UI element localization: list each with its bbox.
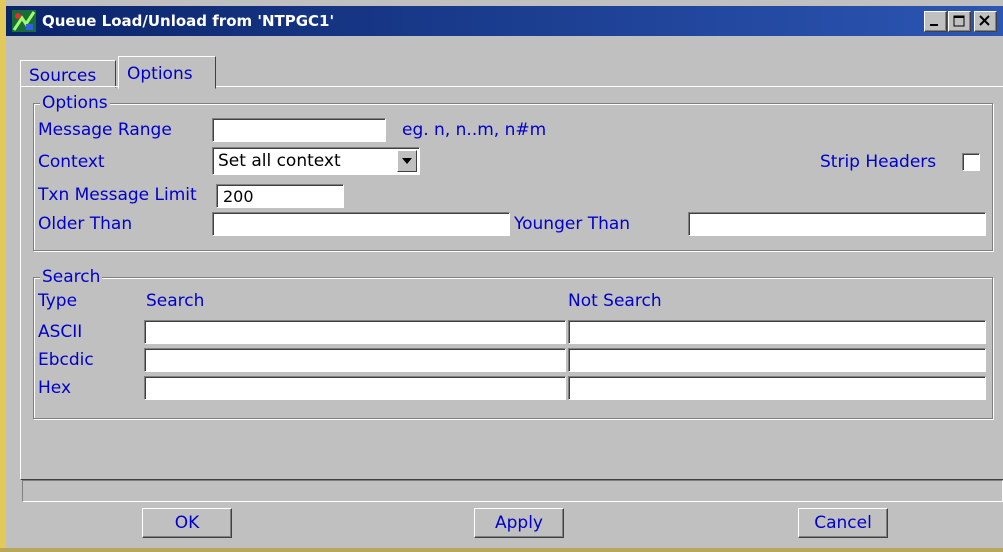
message-range-label: Message Range [38,120,172,140]
ok-button[interactable]: OK [142,508,232,538]
close-button[interactable] [974,11,997,32]
options-group-legend: Options [40,93,110,113]
context-select[interactable]: Set all context [212,147,420,175]
txn-message-limit-label: Txn Message Limit [38,185,197,205]
title-bar[interactable]: Queue Load/Unload from 'NTPGC1' [6,6,1003,36]
maximize-button[interactable] [948,11,971,32]
ebcdic-search-input[interactable] [144,348,566,372]
ascii-search-input[interactable] [144,320,566,344]
close-icon [979,15,990,26]
options-group: Options Message Range eg. n, n..m, n#m C… [33,93,993,251]
younger-than-label: Younger Than [514,214,631,234]
search-row-type: Ebcdic [38,350,94,370]
dialog-window: Queue Load/Unload from 'NTPGC1' Sources … [0,0,1003,552]
context-selected-value: Set all context [218,151,341,171]
txn-message-limit-input[interactable] [216,184,344,208]
app-icon [12,10,36,32]
window-bottom-edge [0,548,1003,552]
strip-headers-checkbox[interactable] [962,153,980,171]
search-col-search: Search [146,291,205,311]
maximize-icon [953,15,965,27]
status-bar [22,480,1003,502]
younger-than-input[interactable] [688,212,986,236]
search-col-not-search: Not Search [568,291,662,311]
tab-sources[interactable]: Sources [20,60,116,88]
options-tab-panel: Options Message Range eg. n, n..m, n#m C… [20,86,1003,480]
ebcdic-not-search-input[interactable] [568,348,986,372]
chevron-down-icon [402,158,412,164]
search-group: Search Type Search Not Search ASCII Ebcd… [33,267,993,419]
hex-search-input[interactable] [144,376,566,400]
older-than-input[interactable] [212,212,510,236]
ascii-not-search-input[interactable] [568,320,986,344]
tab-options-label: Options [127,64,193,84]
minimize-icon [930,24,938,26]
tab-sources-label: Sources [29,66,97,86]
dialog-client: Sources Options Options Message Range eg… [6,36,1003,548]
search-col-type: Type [38,291,78,311]
search-row-type: Hex [38,378,72,398]
older-than-label: Older Than [38,214,133,234]
minimize-button[interactable] [924,11,947,32]
strip-headers-label: Strip Headers [820,152,937,172]
message-range-input[interactable] [212,118,386,142]
apply-button[interactable]: Apply [474,508,564,538]
message-range-hint: eg. n, n..m, n#m [402,120,547,140]
context-dropdown-button[interactable] [397,150,417,172]
tab-options[interactable]: Options [118,56,216,89]
search-group-legend: Search [40,267,103,287]
search-row-type: ASCII [38,322,83,342]
hex-not-search-input[interactable] [568,376,986,400]
context-label: Context [38,152,105,172]
window-title: Queue Load/Unload from 'NTPGC1' [42,12,335,30]
cancel-button[interactable]: Cancel [798,508,888,538]
